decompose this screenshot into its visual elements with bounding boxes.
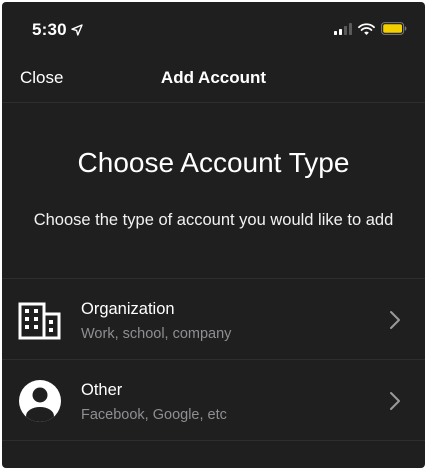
status-bar: 5:30 (2, 2, 425, 58)
building-icon (18, 302, 61, 340)
nav-title: Add Account (160, 68, 267, 87)
account-type-subtitle: Work, school, company (81, 326, 232, 342)
account-type-subtitle: Facebook, Google, etc (81, 407, 227, 423)
account-type-list: Organization Work, school, company Other… (2, 278, 425, 441)
page-subtitle: Choose the type of account you would lik… (33, 211, 394, 229)
account-type-organization[interactable]: Organization Work, school, company (2, 279, 425, 360)
chevron-right-icon (390, 392, 400, 410)
battery-icon (381, 22, 407, 35)
navigation-bar: Close Add Account (2, 58, 425, 103)
person-circle-icon (19, 380, 61, 422)
location-arrow-icon (71, 24, 83, 36)
status-time-group: 5:30 (32, 20, 83, 40)
account-type-title: Organization (81, 300, 175, 318)
account-type-other[interactable]: Other Facebook, Google, etc (2, 360, 425, 441)
account-type-title: Other (81, 381, 123, 399)
phone-screen: 5:30 Close Add Account Choose Account Ty… (2, 2, 425, 468)
wifi-icon (358, 22, 375, 35)
page-title: Choose Account Type (77, 147, 350, 178)
status-indicators (334, 22, 407, 35)
status-time: 5:30 (32, 20, 67, 39)
chevron-right-icon (390, 311, 400, 329)
cellular-signal-icon (334, 22, 352, 35)
